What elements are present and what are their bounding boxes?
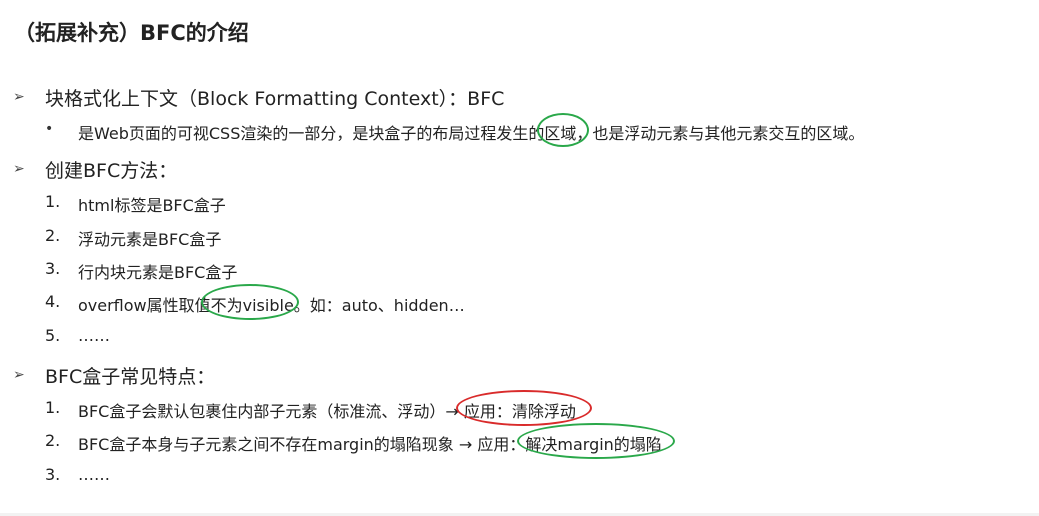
list-number: 5. [45, 326, 61, 345]
list-item: BFC盒子会默认包裹住内部子元素（标准流、浮动）→ 应用：清除浮动 [78, 390, 592, 426]
list-item: 行内块元素是BFC盒子 [78, 263, 238, 282]
item-highlight-text: 解决margin的塌陷 [525, 435, 662, 454]
list-number: 3. [45, 465, 61, 484]
list-number: 4. [45, 292, 61, 311]
list-number: 3. [45, 259, 61, 278]
arrowhead-bullet-icon: ➢ [13, 89, 25, 105]
page-title: （拓展补充）BFC的介绍 [14, 21, 249, 45]
dot-bullet-icon: • [45, 121, 54, 137]
list-item: BFC盒子本身与子元素之间不存在margin的塌陷现象 → 应用：解决margi… [78, 423, 676, 459]
section-heading-create: 创建BFC方法： [45, 160, 178, 182]
definition-text-after: ，也是浮动元素与其他元素交互的区域。 [576, 124, 865, 143]
definition-highlight-text: 区域 [544, 124, 577, 143]
item-highlight-text: 不为visible [210, 296, 294, 315]
item-highlight: 不为visible [200, 284, 299, 320]
section-heading-bfc: 块格式化上下文（Block Formatting Context）：BFC [45, 88, 505, 110]
bfc-definition: 是Web页面的可视CSS渲染的一部分，是块盒子的布局过程发生的区域 ，也是浮动元素… [78, 113, 865, 147]
item-text-before: overflow属性取值 [78, 296, 211, 315]
arrowhead-bullet-icon: ➢ [13, 367, 25, 383]
list-number: 1. [45, 192, 61, 211]
list-number: 2. [45, 431, 61, 450]
list-item: 浮动元素是BFC盒子 [78, 230, 222, 249]
list-number: 2. [45, 226, 61, 245]
list-item: overflow属性取值不为visible 。如：auto、hidden… [78, 284, 465, 320]
definition-highlight: 区域 [537, 113, 590, 147]
list-item: html标签是BFC盒子 [78, 196, 226, 215]
item-highlight: 应用：清除浮动 [455, 390, 592, 426]
list-item: …… [78, 326, 110, 345]
list-item: …… [78, 465, 110, 484]
item-text-before: BFC盒子会默认包裹住内部子元素（标准流、浮动）→ [78, 402, 464, 421]
list-number: 1. [45, 398, 61, 417]
definition-text-before: 是Web页面的可视CSS渲染的一部分，是块盒子的布局过程发生的 [78, 124, 545, 143]
item-text-before: BFC盒子本身与子元素之间不存在margin的塌陷现象 → 应用： [78, 435, 526, 454]
item-highlight-text: 应用：清除浮动 [463, 402, 576, 421]
item-text-after: 。如：auto、hidden… [293, 296, 465, 315]
section-heading-features: BFC盒子常见特点： [45, 366, 216, 388]
arrowhead-bullet-icon: ➢ [13, 161, 25, 177]
item-highlight: 解决margin的塌陷 [517, 423, 676, 459]
